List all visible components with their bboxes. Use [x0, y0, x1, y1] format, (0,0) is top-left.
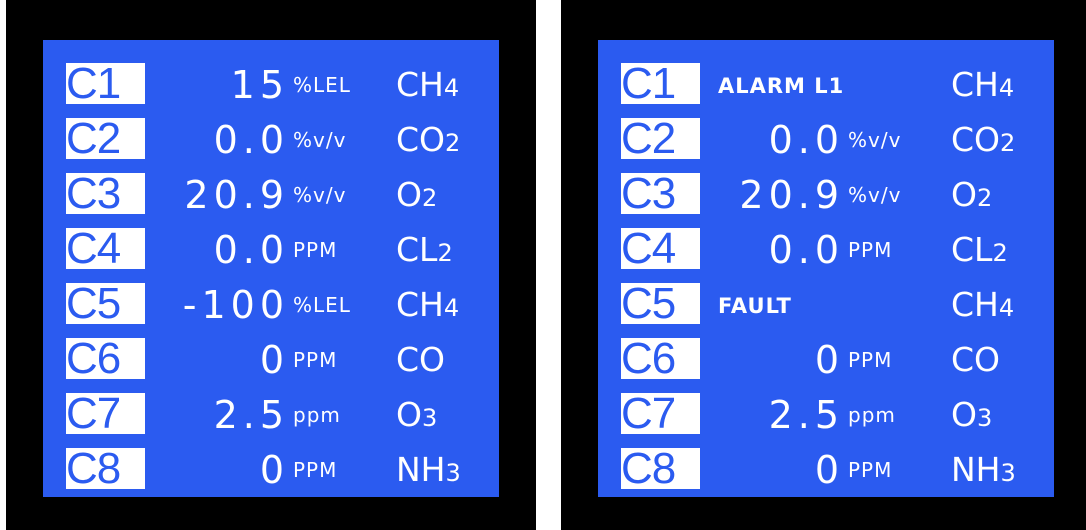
gas-name: O3: [396, 395, 438, 434]
channel-label: C7: [66, 393, 145, 434]
reading-value: 0: [814, 448, 844, 492]
gas-name: NH3: [951, 450, 1016, 489]
channel-row: C2 0.0 %v/v CO2: [43, 114, 499, 166]
channel-label: C4: [621, 228, 700, 269]
channel-row: C3 20.9 %v/v O2: [598, 169, 1054, 221]
channel-row: C4 0.0 PPM CL2: [598, 224, 1054, 276]
reading-value: 0: [259, 448, 289, 492]
channel-row: C8 0 PPM NH3: [43, 444, 499, 496]
gas-name: CO2: [396, 120, 461, 159]
reading-value: 0: [814, 338, 844, 382]
channel-label: C4: [66, 228, 145, 269]
channel-row: C6 0 PPM CO: [598, 334, 1054, 386]
gas-monitor-panel-left: C1 15 %LEL CH4 C2 0.0 %v/v CO2 C3 20.9 %…: [6, 0, 536, 530]
channel-label: C7: [621, 393, 700, 434]
channel-row: C8 0 PPM NH3: [598, 444, 1054, 496]
reading-value: 0.0: [213, 228, 289, 272]
reading-value: 0.0: [213, 118, 289, 162]
gas-monitor-panel-right: C1 ALARM L1 CH4 C2 0.0 %v/v CO2 C3 20.9 …: [561, 0, 1086, 530]
reading-value: -100: [182, 283, 289, 327]
channel-label: C5: [621, 283, 700, 324]
gas-name: CL2: [396, 230, 453, 269]
reading-unit: %LEL: [293, 293, 351, 317]
gas-name: O2: [951, 175, 993, 214]
reading-value: 0: [259, 338, 289, 382]
channel-row: C7 2.5 ppm O3: [43, 389, 499, 441]
fault-status: FAULT: [718, 294, 792, 318]
channel-label: C1: [66, 63, 145, 104]
reading-value: 2.5: [768, 393, 844, 437]
channel-row: C6 0 PPM CO: [43, 334, 499, 386]
reading-unit: %v/v: [293, 183, 347, 207]
channel-label: C6: [66, 338, 145, 379]
reading-unit: PPM: [293, 458, 338, 482]
channel-row: C4 0.0 PPM CL2: [43, 224, 499, 276]
reading-unit: %v/v: [848, 128, 902, 152]
channel-row: C1 15 %LEL CH4: [43, 59, 499, 111]
reading-value: 0.0: [768, 118, 844, 162]
channel-row: C5 FAULT CH4: [598, 279, 1054, 331]
alarm-status: ALARM L1: [718, 74, 845, 98]
reading-unit: %v/v: [848, 183, 902, 207]
channel-label: C8: [621, 448, 700, 489]
gas-name: CO: [396, 340, 446, 379]
lcd-screen-left: C1 15 %LEL CH4 C2 0.0 %v/v CO2 C3 20.9 %…: [43, 40, 499, 497]
gas-name: CH4: [951, 65, 1015, 104]
reading-unit: PPM: [848, 458, 893, 482]
reading-unit: %v/v: [293, 128, 347, 152]
channel-row: C5 -100 %LEL CH4: [43, 279, 499, 331]
gas-name: CH4: [396, 285, 460, 324]
channel-label: C8: [66, 448, 145, 489]
channel-label: C5: [66, 283, 145, 324]
reading-unit: PPM: [848, 238, 893, 262]
channel-label: C6: [621, 338, 700, 379]
reading-value: 2.5: [213, 393, 289, 437]
channel-row: C7 2.5 ppm O3: [598, 389, 1054, 441]
lcd-screen-right: C1 ALARM L1 CH4 C2 0.0 %v/v CO2 C3 20.9 …: [598, 40, 1054, 497]
gas-name: CO2: [951, 120, 1016, 159]
reading-value: 0.0: [768, 228, 844, 272]
channel-row: C3 20.9 %v/v O2: [43, 169, 499, 221]
reading-unit: PPM: [293, 348, 338, 372]
channel-label: C1: [621, 63, 700, 104]
reading-unit: ppm: [848, 403, 896, 427]
gas-name: CO: [951, 340, 1001, 379]
reading-unit: PPM: [293, 238, 338, 262]
reading-value: 20.9: [184, 173, 289, 217]
channel-label: C3: [66, 173, 145, 214]
reading-value: 20.9: [739, 173, 844, 217]
gas-name: O2: [396, 175, 438, 214]
gas-name: CH4: [396, 65, 460, 104]
gas-name: CH4: [951, 285, 1015, 324]
gas-name: NH3: [396, 450, 461, 489]
reading-unit: %LEL: [293, 73, 351, 97]
channel-row: C1 ALARM L1 CH4: [598, 59, 1054, 111]
reading-value: 15: [230, 63, 289, 107]
reading-unit: PPM: [848, 348, 893, 372]
channel-label: C2: [66, 118, 145, 159]
reading-unit: ppm: [293, 403, 341, 427]
channel-row: C2 0.0 %v/v CO2: [598, 114, 1054, 166]
gas-name: O3: [951, 395, 993, 434]
gas-name: CL2: [951, 230, 1008, 269]
channel-label: C2: [621, 118, 700, 159]
channel-label: C3: [621, 173, 700, 214]
